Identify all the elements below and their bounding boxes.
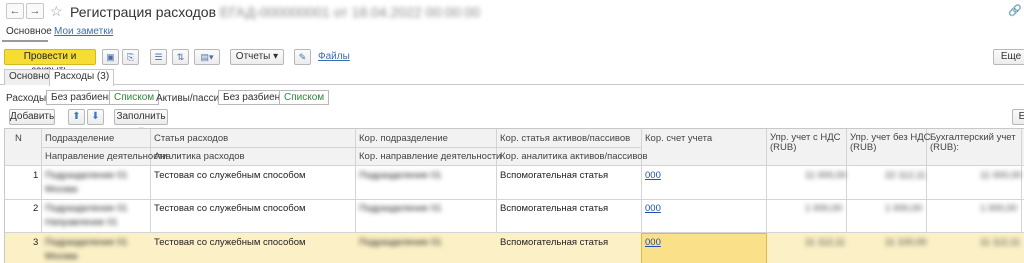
table-more-button[interactable]: Е (1012, 109, 1024, 125)
row-corr-item[interactable]: Вспомогательная статья (500, 170, 608, 181)
move-up-icon[interactable]: ⬆ (68, 109, 85, 125)
header-expense-item[interactable]: Статья расходов (154, 133, 228, 144)
header-accounting[interactable]: Бухгалтерский учет (RUB): (930, 133, 1016, 153)
header-corr-direction[interactable]: Кор. направление деятельности (359, 151, 501, 162)
expenses-table: N Подразделение Направление деятельности… (4, 128, 1024, 263)
header-n[interactable]: N (15, 133, 22, 144)
row-mgmt-vat[interactable]: 11 000,00 (805, 170, 847, 181)
tabs-baseline (0, 84, 1024, 85)
document-list-icon[interactable]: ☰ (150, 49, 167, 65)
row-accounting[interactable]: 1 000,00 (980, 203, 1017, 214)
row-corr-item[interactable]: Вспомогательная статья (500, 203, 608, 214)
expenses-filter-label: Расходы: (6, 93, 49, 104)
row-account-link[interactable]: 000 (645, 237, 661, 248)
save-icon[interactable]: ▣ (102, 49, 119, 65)
header-expense-analytics[interactable]: Аналитика расходов (154, 151, 245, 162)
window-title: Регистрация расходов ЕГАД-000000001 от 1… (70, 4, 481, 20)
row-corr-item[interactable]: Вспомогательная статья (500, 237, 608, 248)
row-mgmt-vat[interactable]: 11 112,11 (805, 237, 845, 248)
title-document-number: ЕГАД-000000001 от 18.04.2022 00:00:00 (219, 4, 481, 20)
header-mgmt-vat[interactable]: Упр. учет с НДС (RUB) (770, 133, 841, 153)
row-department[interactable]: Подразделение 01 (45, 237, 127, 248)
header-direction[interactable]: Направление деятельности (45, 151, 168, 162)
top-tab-main[interactable]: Основное (6, 26, 52, 37)
link-icon[interactable]: 🔗 (1008, 4, 1022, 17)
row-expense-item[interactable]: Тестовая со служебным способом (154, 203, 306, 214)
back-button[interactable]: ← (6, 3, 24, 19)
fill-button[interactable]: Заполнить ▾ (114, 109, 168, 136)
tab-expenses[interactable]: Расходы (3) (49, 69, 115, 86)
header-mgmt-novat[interactable]: Упр. учет без НДС (RUB) (850, 133, 931, 153)
header-department[interactable]: Подразделение (45, 133, 114, 144)
row-mgmt-novat[interactable]: 22 112,11 (885, 170, 926, 181)
accounting-entries-icon[interactable]: ⇅ (172, 49, 189, 65)
assets-list-toggle[interactable]: Списком (279, 90, 330, 105)
row-divider (5, 199, 1024, 200)
header-mid-line (41, 147, 641, 148)
row-department[interactable]: Подразделение 01 (45, 203, 127, 214)
header-corr-item[interactable]: Кор. статья активов/пассивов (500, 133, 630, 144)
header-corr-account[interactable]: Кор. счет учета (645, 133, 712, 144)
top-tab-notes[interactable]: Мои заметки (54, 26, 113, 37)
add-row-button[interactable]: Добавить (9, 109, 55, 125)
attach-icon[interactable]: ✎ (294, 49, 311, 65)
row-corr-department[interactable]: Подразделение 01 (359, 170, 441, 181)
row-number: 1 (33, 170, 39, 181)
row-mgmt-vat[interactable]: 1 000,00 (805, 203, 842, 214)
row-accounting[interactable]: 11 112,11 (980, 237, 1020, 248)
row-direction[interactable]: Москва (45, 251, 77, 262)
row-mgmt-novat[interactable]: 11 100,00 (885, 237, 927, 248)
header-corr-analytics[interactable]: Кор. аналитика активов/пассивов (500, 151, 648, 162)
row-expense-item[interactable]: Тестовая со служебным способом (154, 170, 306, 181)
forward-button[interactable]: → (26, 3, 44, 19)
header-corr-department[interactable]: Кор. подразделение (359, 133, 448, 144)
row-number: 2 (33, 203, 39, 214)
more-button[interactable]: Еще (993, 49, 1024, 65)
move-down-icon[interactable]: ⬇ (87, 109, 104, 125)
favorite-star-icon[interactable]: ☆ (50, 3, 63, 20)
row-corr-department[interactable]: Подразделение 01 (359, 237, 441, 248)
row-number: 3 (33, 237, 39, 248)
reports-button[interactable]: Отчеты ▾ (230, 49, 284, 65)
row-account-link[interactable]: 000 (645, 170, 661, 181)
row-accounting[interactable]: 11 000,00 (980, 170, 1022, 181)
row-direction[interactable]: Направление 01 (45, 217, 118, 228)
post-icon[interactable]: ⎘ (122, 49, 139, 65)
row-corr-department[interactable]: Подразделение 01 (359, 203, 441, 214)
files-link[interactable]: Файлы (318, 51, 350, 62)
create-based-on-icon[interactable]: ▤▾ (194, 49, 220, 65)
row-direction[interactable]: Москва (45, 184, 77, 195)
top-tab-underline (2, 40, 48, 42)
expenses-list-toggle[interactable]: Списком (109, 90, 160, 105)
header-bottom-line (5, 165, 1024, 166)
row-expense-item[interactable]: Тестовая со служебным способом (154, 237, 306, 248)
row-mgmt-novat[interactable]: 1 000,00 (885, 203, 922, 214)
row-department[interactable]: Подразделение 01 (45, 170, 127, 181)
row-account-link[interactable]: 000 (645, 203, 661, 214)
post-and-close-button[interactable]: Провести и закрыть (4, 49, 96, 76)
